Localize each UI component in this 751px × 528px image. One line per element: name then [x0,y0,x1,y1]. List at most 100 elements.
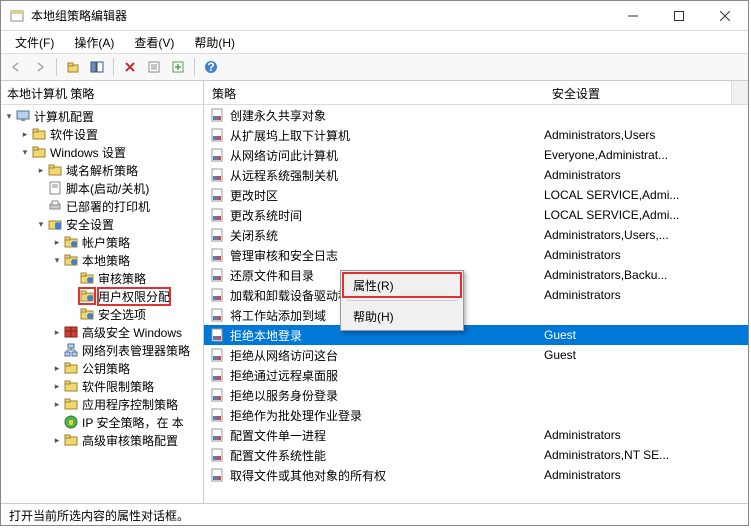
tree-label: IP 安全策略，在 本 [82,414,184,431]
menu-view[interactable]: 查看(V) [126,32,182,53]
policy-icon [210,247,226,263]
show-hide-button[interactable] [86,56,108,78]
policy-icon [210,147,226,163]
policy-icon [210,307,226,323]
titlebar: 本地组策略编辑器 [1,1,748,31]
expand-icon[interactable]: ▾ [51,255,63,266]
policy-row[interactable]: 更改系统时间LOCAL SERVICE,Admi... [204,205,748,225]
folder-icon [63,396,79,412]
tree-node[interactable]: ▾安全设置 [1,215,203,233]
forward-button[interactable] [29,56,51,78]
tree-node[interactable]: ▸ 公钥策略 [1,359,203,377]
tree-node[interactable]: ▾Windows 设置 [1,143,203,161]
expand-icon[interactable]: ▸ [51,237,63,248]
separator [113,58,114,76]
up-button[interactable] [62,56,84,78]
tree-node[interactable]: ▾ 本地策略 [1,251,203,269]
scrollbar-icon [731,81,748,104]
tree-node[interactable]: 脚本(启动/关机) [1,179,203,197]
tree-view[interactable]: ▾计算机配置▸软件设置▾Windows 设置 ▸ 域名解析策略脚本(启动/关机)已部… [1,105,203,503]
back-button[interactable] [5,56,27,78]
ctx-help[interactable]: 帮助(H) [343,304,461,328]
expand-icon[interactable]: ▸ [19,129,31,140]
policy-row[interactable]: 将工作站添加到域 [204,305,748,325]
policy-row[interactable]: 拒绝作为批处理作业登录 [204,405,748,425]
tree-node[interactable]: ▸软件限制策略 [1,377,203,395]
policy-row[interactable]: 拒绝从网络访问这台Guest [204,345,748,365]
tree-node[interactable]: ▸应用程序控制策略 [1,395,203,413]
expand-icon[interactable]: ▸ [51,399,63,410]
tree-label: 公钥策略 [82,360,130,377]
expand-icon[interactable]: ▸ [51,381,63,392]
tree-node[interactable]: IP 安全策略，在 本 [1,413,203,431]
policy-row[interactable]: 取得文件或其他对象的所有权Administrators [204,465,748,485]
menubar: 文件(F) 操作(A) 查看(V) 帮助(H) [1,31,748,53]
policy-name: 拒绝以服务身份登录 [230,387,544,404]
policy-row[interactable]: 关闭系统Administrators,Users,... [204,225,748,245]
tree-node[interactable]: 已部署的打印机 [1,197,203,215]
expand-icon[interactable]: ▾ [35,219,47,230]
close-button[interactable] [702,1,748,31]
ctx-properties[interactable]: 属性(R) [343,273,461,297]
tree-node[interactable]: 网络列表管理器策略 [1,341,203,359]
tree-node[interactable]: ▸高级安全 Windows [1,323,203,341]
printer-icon [47,198,63,214]
menu-action[interactable]: 操作(A) [66,32,122,53]
tree-node[interactable]: ▾计算机配置 [1,107,203,125]
column-setting[interactable]: 安全设置 [544,81,731,104]
expand-icon[interactable]: ▸ [51,435,63,446]
expand-icon[interactable]: ▾ [3,111,15,122]
tree-label: 高级审核策略配置 [82,432,178,449]
policy-row[interactable]: 还原文件和目录Administrators,Backu... [204,265,748,285]
app-icon [9,8,25,24]
policy-row[interactable]: 创建永久共享对象 [204,105,748,125]
tree-node[interactable]: 审核策略 [1,269,203,287]
delete-button[interactable] [119,56,141,78]
properties-button[interactable] [143,56,165,78]
tree-label: 审核策略 [98,270,146,287]
tree-label: 脚本(启动/关机) [66,180,149,197]
expand-icon[interactable]: ▸ [51,327,63,338]
separator [56,58,57,76]
tree-node[interactable]: 用户权限分配 [1,287,203,305]
policy-row[interactable]: 从网络访问此计算机Everyone,Administrat... [204,145,748,165]
policy-name: 从扩展坞上取下计算机 [230,127,544,144]
policy-row[interactable]: 拒绝以服务身份登录 [204,385,748,405]
tree-label: 本地策略 [82,252,130,269]
tree-node[interactable]: ▸软件设置 [1,125,203,143]
tree-node[interactable]: ▸ 高级审核策略配置 [1,431,203,449]
policy-row[interactable]: 加载和卸载设备驱动程序Administrators [204,285,748,305]
policy-row[interactable]: 拒绝通过远程桌面服 [204,365,748,385]
help-button[interactable]: ? [200,56,222,78]
tree-node[interactable]: ▸帐户策略 [1,233,203,251]
toolbar: ? [1,53,748,81]
column-policy[interactable]: 策略 [204,81,544,104]
policy-list[interactable]: 创建永久共享对象从扩展坞上取下计算机Administrators,Users从网… [204,105,748,503]
policy-value: Administrators [544,428,748,442]
policy-icon [210,407,226,423]
tree-node[interactable]: ▸ 域名解析策略 [1,161,203,179]
policy-row[interactable]: 配置文件系统性能Administrators,NT SE... [204,445,748,465]
minimize-button[interactable] [610,1,656,31]
policy-row[interactable]: 从远程系统强制关机Administrators [204,165,748,185]
policy-row[interactable]: 拒绝本地登录Guest [204,325,748,345]
menu-file[interactable]: 文件(F) [7,32,62,53]
policy-name: 关闭系统 [230,227,544,244]
maximize-button[interactable] [656,1,702,31]
policy-row[interactable]: 配置文件单一进程Administrators [204,425,748,445]
expand-icon[interactable]: ▾ [19,147,31,158]
expand-icon[interactable]: ▸ [51,363,63,374]
policy-row[interactable]: 更改时区LOCAL SERVICE,Admi... [204,185,748,205]
export-button[interactable] [167,56,189,78]
menu-help[interactable]: 帮助(H) [186,32,243,53]
tree-label: 域名解析策略 [66,162,138,179]
policy-row[interactable]: 从扩展坞上取下计算机Administrators,Users [204,125,748,145]
folder-blue-icon [63,252,79,268]
expand-icon[interactable]: ▸ [35,165,47,176]
policy-name: 拒绝作为批处理作业登录 [230,407,544,424]
tree-node[interactable]: 安全选项 [1,305,203,323]
separator [194,58,195,76]
folder-blue-icon [63,234,79,250]
policy-row[interactable]: 管理审核和安全日志Administrators [204,245,748,265]
statusbar: 打开当前所选内容的属性对话框。 [1,503,748,525]
